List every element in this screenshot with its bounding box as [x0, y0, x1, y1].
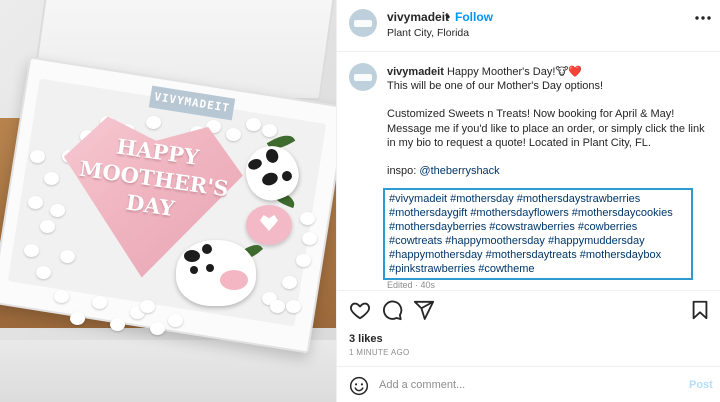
post-timestamp: 1 MINUTE AGO [349, 348, 410, 357]
marshmallow [28, 196, 43, 209]
marshmallow [246, 118, 261, 131]
post-comment-button[interactable]: Post [689, 379, 713, 391]
marshmallow [70, 312, 85, 325]
avatar[interactable] [349, 9, 377, 37]
comment-input[interactable] [379, 375, 679, 395]
marshmallow [44, 172, 59, 185]
caption-line-1: Happy Moother's Day!🐮❤️ [446, 66, 583, 78]
post-photo[interactable]: VIVYMADEIT HAPPY MOOTHER'S DAY [0, 0, 336, 402]
marshmallow [226, 128, 241, 141]
edited-label: Edited · 40s [387, 280, 436, 289]
bookmark-icon[interactable] [689, 299, 711, 321]
cow-face-strawberry [176, 240, 256, 306]
likes-count[interactable]: 3 likes [349, 333, 383, 345]
action-bar [337, 290, 720, 330]
caption-text: vivymadeit Happy Moother's Day!🐮❤️ This … [387, 65, 705, 178]
marshmallow [296, 254, 311, 267]
marshmallow [150, 322, 165, 335]
inspo-mention-link[interactable]: @theberryshack [419, 165, 499, 177]
marshmallow [36, 266, 51, 279]
marshmallow [30, 150, 45, 163]
more-options-icon[interactable] [693, 8, 713, 28]
heart-icon[interactable] [349, 299, 371, 321]
caption-username[interactable]: vivymadeit [387, 66, 444, 78]
marshmallow [302, 232, 317, 245]
emoji-icon[interactable] [349, 376, 369, 396]
share-icon[interactable] [413, 299, 435, 321]
marshmallow [140, 300, 155, 313]
pink-strawberry [246, 205, 292, 245]
marshmallow [262, 124, 277, 137]
marshmallow [92, 296, 107, 309]
follow-button[interactable]: Follow [455, 10, 493, 24]
marshmallow [282, 276, 297, 289]
marshmallow [270, 300, 285, 313]
marshmallow [60, 250, 75, 263]
username-link[interactable]: vivymadeit [387, 10, 449, 24]
marshmallow [50, 204, 65, 217]
post-details-panel: vivymadeit • Follow Plant City, Florida … [336, 0, 720, 402]
marshmallow [40, 220, 55, 233]
post-caption: vivymadeit Happy Moother's Day!🐮❤️ This … [337, 53, 720, 289]
separator-dot: • [446, 10, 451, 24]
comment-icon[interactable] [381, 299, 403, 321]
inspo-label: inspo: [387, 165, 417, 178]
comment-bar: Post [337, 366, 720, 402]
marshmallow [286, 300, 301, 313]
hashtags-highlight[interactable]: #vivymadeit #mothersday #mothersdaystraw… [383, 188, 693, 280]
post-header: vivymadeit • Follow Plant City, Florida [337, 0, 720, 52]
caption-line-2: This will be one of our Mother's Day opt… [387, 80, 604, 93]
marshmallow [300, 212, 315, 225]
marshmallow [146, 116, 161, 129]
caption-paragraph: Customized Sweets n Treats! Now booking … [387, 108, 705, 149]
caption-avatar[interactable] [349, 63, 377, 91]
marshmallow [54, 290, 69, 303]
marshmallow [24, 244, 39, 257]
marshmallow [110, 318, 125, 331]
marshmallow [168, 314, 183, 327]
location-link[interactable]: Plant City, Florida [387, 27, 469, 39]
